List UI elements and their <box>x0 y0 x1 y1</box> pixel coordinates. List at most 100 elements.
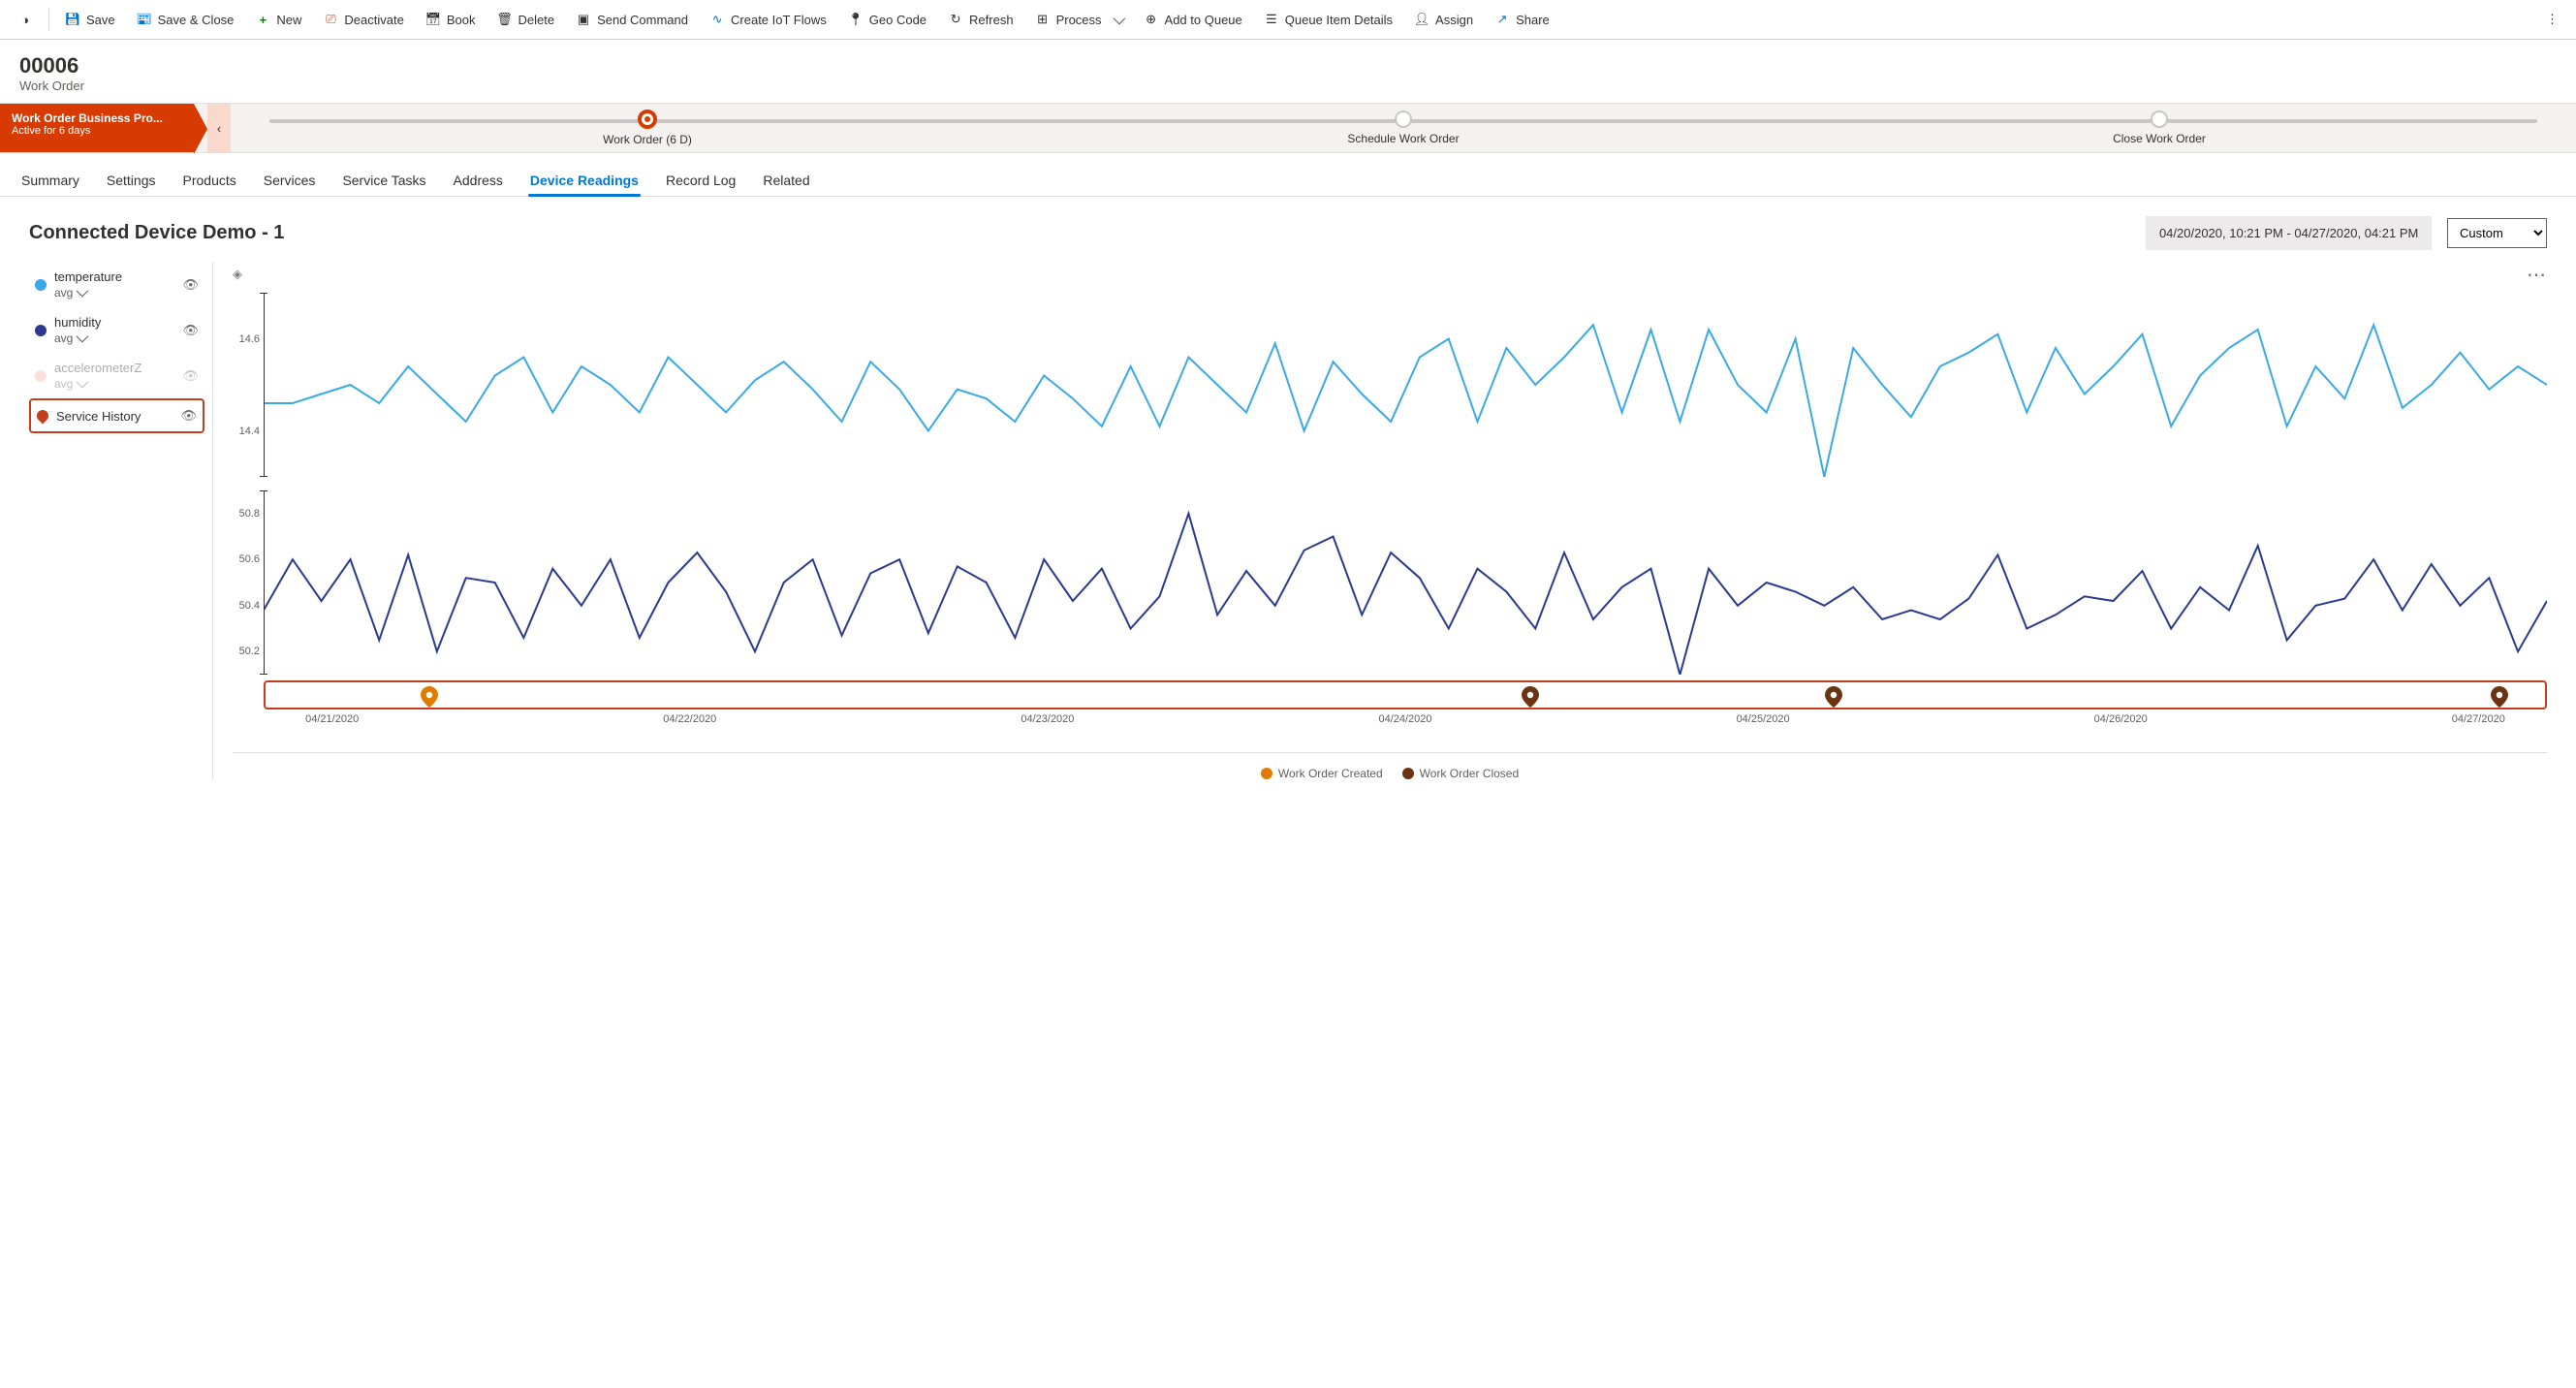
service-history-pin-icon[interactable] <box>421 686 438 710</box>
stage-indicator-icon <box>2151 110 2168 128</box>
service-history-pin-icon[interactable] <box>2491 686 2508 710</box>
bpf-stage-close[interactable]: Close Work Order <box>1781 110 2537 145</box>
create-iot-flows-button[interactable]: ∿ Create IoT Flows <box>700 6 836 33</box>
visibility-toggle-icon[interactable]: 👁︎ <box>182 368 199 384</box>
cmd-label: Add to Queue <box>1165 13 1242 27</box>
x-tick-label: 04/26/2020 <box>2094 713 2148 725</box>
chart-menu-button[interactable]: ⋯ <box>2527 263 2547 287</box>
refresh-button[interactable]: ↻Refresh <box>938 6 1023 33</box>
queue-details-icon: ☰ <box>1264 12 1279 27</box>
stage-label: Close Work Order <box>2113 132 2206 145</box>
back-button[interactable]: ◑ <box>8 6 43 33</box>
color-swatch-icon <box>35 325 47 336</box>
service-history-strip[interactable] <box>264 680 2547 710</box>
y-tick-label: 14.4 <box>239 426 260 437</box>
y-tick-label: 50.6 <box>239 553 260 565</box>
x-tick-label: 04/27/2020 <box>2452 713 2505 725</box>
geo-code-button[interactable]: 📍︎Geo Code <box>838 6 936 33</box>
cmd-label: Save & Close <box>158 13 235 27</box>
visibility-toggle-icon[interactable]: 👁︎ <box>182 277 199 293</box>
x-tick-label: 04/25/2020 <box>1737 713 1790 725</box>
bpf-duration: Active for 6 days <box>12 125 182 137</box>
book-button[interactable]: 📅︎Book <box>416 6 486 33</box>
y-tick-label: 14.6 <box>239 333 260 345</box>
visibility-toggle-icon[interactable]: 👁︎ <box>180 408 197 424</box>
bpf-collapse-button[interactable]: ‹ <box>207 104 231 152</box>
chevron-right-circle-icon: ◑ <box>17 12 33 27</box>
legend-item-humidity[interactable]: humidity avg 👁︎ <box>29 307 204 353</box>
x-tick-label: 04/23/2020 <box>1021 713 1074 725</box>
overflow-menu-button[interactable]: ⋮ <box>2536 6 2568 33</box>
tab-products[interactable]: Products <box>181 165 238 196</box>
layers-icon[interactable]: ◈ <box>233 267 242 282</box>
legend-aggregation[interactable]: avg <box>54 286 122 300</box>
bpf-stage-schedule[interactable]: Schedule Work Order <box>1025 110 1781 145</box>
legend-label: Work Order Created <box>1278 767 1383 780</box>
deactivate-icon: ⎚ <box>323 12 338 27</box>
legend-item-accelerometerZ[interactable]: accelerometerZ avg 👁︎ <box>29 353 204 398</box>
tab-settings[interactable]: Settings <box>105 165 158 196</box>
cmd-label: Create IoT Flows <box>731 13 827 27</box>
humidity-plot[interactable]: 50.250.450.650.8 <box>264 490 2547 675</box>
tab-address[interactable]: Address <box>452 165 505 196</box>
series-legend: temperature avg 👁︎ humidity avg 👁︎ accel… <box>29 262 213 780</box>
delete-button[interactable]: 🗑︎Delete <box>487 6 564 33</box>
queue-add-icon: ⊕ <box>1144 12 1159 27</box>
color-swatch-icon <box>35 370 47 382</box>
color-swatch-icon <box>35 279 47 291</box>
tab-services[interactable]: Services <box>262 165 318 196</box>
tab-summary[interactable]: Summary <box>19 165 81 196</box>
send-command-button[interactable]: ▣Send Command <box>566 6 698 33</box>
chart-area: ◈ ⋯ 14.414.6 50.250.450.650.8 04/21/2020… <box>233 262 2547 780</box>
y-tick-label: 50.4 <box>239 600 260 612</box>
new-button[interactable]: +New <box>245 6 311 33</box>
dot-icon <box>1261 768 1272 779</box>
time-range-display[interactable]: 04/20/2020, 10:21 PM - 04/27/2020, 04:21… <box>2146 216 2432 250</box>
temperature-plot[interactable]: 14.414.6 <box>264 293 2547 477</box>
service-history-pin-icon[interactable] <box>1825 686 1842 710</box>
x-tick-label: 04/22/2020 <box>663 713 716 725</box>
app-root: ◑ 💾︎ Save 📰︎Save & Close +New ⎚Deactivate… <box>0 0 2576 1388</box>
visibility-toggle-icon[interactable]: 👁︎ <box>182 323 199 338</box>
flow-icon: ∿ <box>709 12 725 27</box>
y-tick-label: 50.8 <box>239 508 260 520</box>
legend-item-service-history[interactable]: Service History 👁︎ <box>29 398 204 433</box>
legend-label: accelerometerZ <box>54 361 141 375</box>
legend-label: Work Order Closed <box>1420 767 1519 780</box>
bpf-name: Work Order Business Pro... <box>12 111 182 125</box>
assign-button[interactable]: 👤︎Assign <box>1404 6 1483 33</box>
save-button[interactable]: 💾︎ Save <box>55 6 125 33</box>
legend-aggregation[interactable]: avg <box>54 331 101 345</box>
x-axis: 04/21/202004/22/202004/23/202004/24/2020… <box>264 713 2547 735</box>
queue-item-details-button[interactable]: ☰Queue Item Details <box>1254 6 1402 33</box>
command-bar: ◑ 💾︎ Save 📰︎Save & Close +New ⎚Deactivate… <box>0 0 2576 40</box>
plus-icon: + <box>255 12 270 27</box>
record-subtitle: Work Order <box>19 79 2557 93</box>
tab-service-tasks[interactable]: Service Tasks <box>340 165 427 196</box>
legend-label: temperature <box>54 269 122 284</box>
service-history-pin-icon[interactable] <box>1522 686 1539 710</box>
legend-aggregation[interactable]: avg <box>54 377 141 391</box>
legend-item-temperature[interactable]: temperature avg 👁︎ <box>29 262 204 307</box>
stage-indicator-icon <box>1395 110 1412 128</box>
add-to-queue-button[interactable]: ⊕ Add to Queue <box>1134 6 1252 33</box>
cmd-label: Save <box>86 13 115 27</box>
business-process-bar: Work Order Business Pro... Active for 6 … <box>0 103 2576 153</box>
bpf-header[interactable]: Work Order Business Pro... Active for 6 … <box>0 104 194 152</box>
tab-related[interactable]: Related <box>761 165 811 196</box>
save-close-button[interactable]: 📰︎Save & Close <box>127 6 244 33</box>
cmd-label: Geo Code <box>869 13 927 27</box>
tab-device-readings[interactable]: Device Readings <box>528 165 641 196</box>
share-button[interactable]: ↗Share <box>1485 6 1559 33</box>
stage-indicator-icon <box>638 110 657 129</box>
tab-record-log[interactable]: Record Log <box>664 165 738 196</box>
bpf-stage-work-order[interactable]: Work Order (6 D) <box>269 110 1025 146</box>
chevron-down-icon <box>77 286 85 300</box>
save-icon: 💾︎ <box>65 12 80 27</box>
chevron-down-icon <box>77 331 85 345</box>
process-button[interactable]: ⊞Process <box>1025 6 1132 33</box>
cmd-label: Book <box>447 13 476 27</box>
cmd-label: Delete <box>518 13 554 27</box>
deactivate-button[interactable]: ⎚Deactivate <box>313 6 413 33</box>
time-range-select[interactable]: Custom <box>2447 218 2547 248</box>
